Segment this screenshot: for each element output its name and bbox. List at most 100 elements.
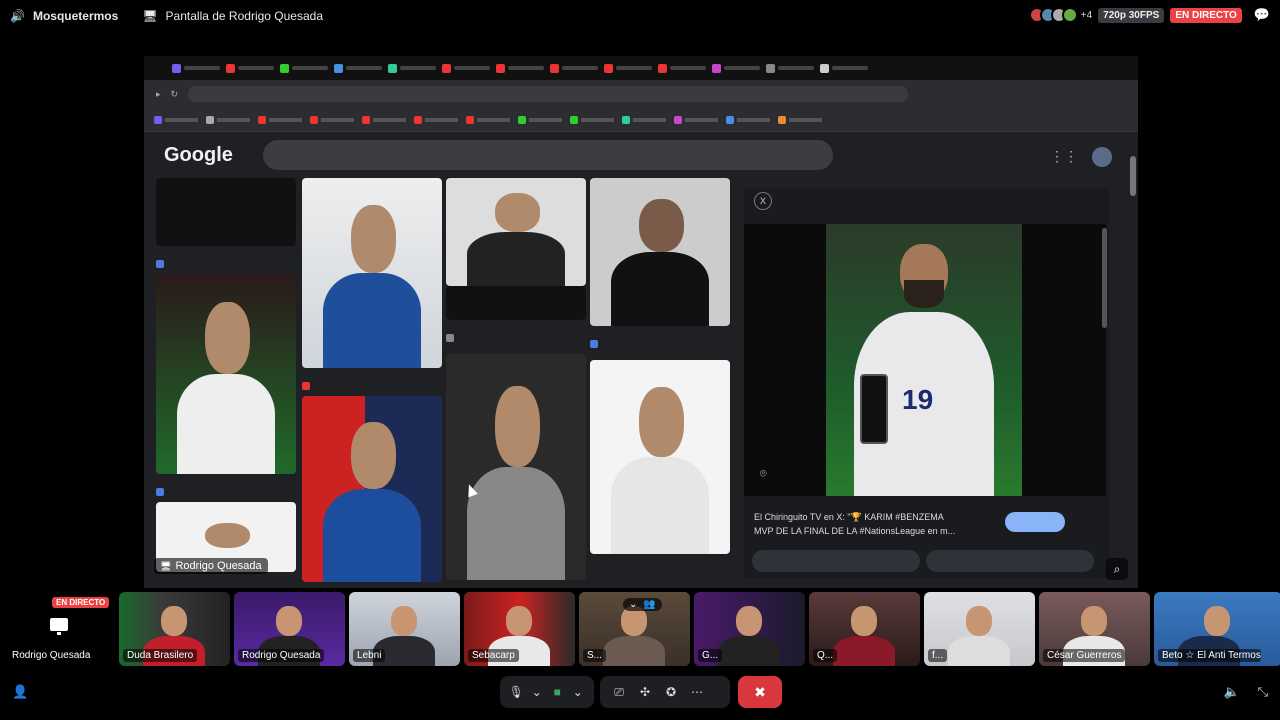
result-image (156, 178, 296, 246)
result-image (302, 178, 442, 368)
participant-tile[interactable]: Beto ☆ El Anti Termos ᴀʀ (1154, 592, 1280, 666)
participant-tile[interactable]: César Guerreros (1039, 592, 1150, 666)
viewer-avatars[interactable]: +4 (1028, 7, 1093, 23)
result-caption (590, 326, 730, 340)
tile-controls[interactable]: ⌄ 👥 (623, 598, 662, 611)
top-bar: 🔊 Mosquetermos 🖥 Pantalla de Rodrigo Que… (0, 0, 1280, 32)
google-search-box (262, 140, 833, 170)
participant-name: Q... (813, 649, 838, 662)
invite-icon[interactable]: 👤 (12, 684, 28, 700)
result-caption (446, 320, 586, 334)
zoom-icon[interactable]: ⌕ (1106, 558, 1128, 580)
screen-share-icon: 🖥 (160, 560, 172, 571)
x-logo-icon: X (754, 192, 772, 210)
participant-name: S... (583, 649, 607, 662)
page-scrollbar (1130, 156, 1136, 196)
participant-name: Lebni (353, 649, 386, 662)
bookmarks-bar (144, 108, 1138, 132)
participant-name: G... (698, 649, 723, 662)
preview-action-button (752, 550, 920, 572)
reload-icon: ↻ (170, 88, 179, 99)
preview-action-button (926, 550, 1094, 572)
apps-grid-icon: ⋮⋮ (1050, 148, 1078, 164)
actions-group: ⎚ ✣ ✪ ⋯ (600, 676, 730, 708)
audio-video-group: 🎙 ⌄ ■ ⌄ (500, 676, 594, 708)
participant-tile[interactable]: EN DIRECTO Rodrigo Quesada (4, 592, 115, 666)
disconnect-button[interactable]: ✖ (738, 676, 782, 708)
voice-channel-icon: 🔊 (10, 9, 25, 23)
browser-tab (496, 63, 544, 73)
stream-view[interactable]: ▸ ↻ Google ⋮⋮ X 19 ⌾ El Chiringuito TV e… (144, 56, 1138, 588)
browser-tab-strip (144, 56, 1138, 80)
more-options-icon[interactable]: ⋯ (686, 681, 708, 703)
streamer-name-tag: 🖥 Rodrigo Quesada (154, 558, 268, 574)
browser-tab (388, 63, 436, 73)
chevron-down-icon[interactable]: ⌄ (529, 681, 546, 703)
browser-tab (820, 63, 868, 73)
participant-name: f... (928, 649, 948, 662)
add-friend-icon[interactable]: 👥 (643, 599, 655, 610)
live-badge: EN DIRECTO (52, 597, 110, 608)
result-image (302, 396, 442, 582)
visit-button (1005, 512, 1065, 532)
chat-icon[interactable]: 💬 (1254, 7, 1270, 23)
result-caption (156, 246, 296, 260)
result-caption (302, 368, 442, 382)
result-caption (156, 474, 296, 488)
participant-name: César Guerreros (1043, 649, 1126, 662)
stream-quality-badge: 720p 30FPS (1098, 7, 1165, 23)
call-controls: 👤 🎙 ⌄ ■ ⌄ ⎚ ✣ ✪ ⋯ ✖ 🔈 ⤡ (0, 672, 1280, 720)
image-preview-panel: X 19 ⌾ El Chiringuito TV en X: "🏆 KARIM … (744, 188, 1109, 578)
chevron-down-icon[interactable]: ⌄ (629, 599, 637, 610)
participant-tile[interactable]: G... (694, 592, 805, 666)
browser-address-bar: ▸ ↻ (144, 80, 1138, 108)
participant-name: Rodrigo Quesada (8, 649, 95, 662)
browser-tab (550, 63, 598, 73)
result-image (590, 360, 730, 554)
lens-icon: ⌾ (760, 468, 767, 480)
preview-image: 19 ⌾ (744, 224, 1106, 496)
participant-name: Beto ☆ El Anti Termos ᴀʀ (1158, 649, 1261, 662)
participant-name: Sebacarp (468, 649, 519, 662)
browser-tab (766, 63, 814, 73)
exit-fullscreen-icon[interactable]: ⤡ (1258, 684, 1268, 700)
participant-tile[interactable]: ⌄ 👥 S... (579, 592, 690, 666)
google-logo: Google (164, 143, 233, 166)
camera-icon[interactable]: ■ (549, 681, 566, 703)
url-field (188, 86, 909, 102)
result-image (446, 354, 586, 580)
participant-tile[interactable]: Sebacarp (464, 592, 575, 666)
google-account-avatar (1092, 147, 1112, 167)
participant-tile[interactable]: Rodrigo Quesada (234, 592, 345, 666)
extra-viewers-count: +4 (1080, 9, 1093, 21)
preview-caption: El Chiringuito TV en X: "🏆 KARIM #BENZEM… (754, 512, 956, 536)
participant-tile[interactable]: Lebni (349, 592, 460, 666)
screen-share-icon: 🖥 (142, 9, 158, 23)
image-results-grid (156, 178, 732, 588)
browser-tab (226, 63, 274, 73)
volume-icon[interactable]: 🔈 (1224, 684, 1240, 700)
participant-name: Rodrigo Quesada (238, 649, 325, 662)
participant-tile[interactable]: f... (924, 592, 1035, 666)
participant-tile[interactable]: Q... (809, 592, 920, 666)
browser-tab (658, 63, 706, 73)
screen-share-icon (50, 618, 68, 635)
result-image (446, 178, 586, 286)
chevron-down-icon[interactable]: ⌄ (570, 681, 587, 703)
browser-tab (712, 63, 760, 73)
live-badge: EN DIRECTO (1170, 7, 1242, 23)
avatar (1061, 7, 1078, 23)
microphone-icon[interactable]: 🎙 (508, 681, 525, 703)
screen-share-button-icon[interactable]: ⎚ (608, 681, 630, 703)
participant-tile[interactable]: Duda Brasilero (119, 592, 230, 666)
activities-icon[interactable]: ✣ (634, 681, 656, 703)
channel-name[interactable]: Mosquetermos (33, 9, 118, 23)
browser-tab (172, 63, 220, 73)
result-image (446, 286, 586, 320)
browser-tab (334, 63, 382, 73)
soundboard-icon[interactable]: ✪ (660, 681, 682, 703)
hang-up-icon: ✖ (754, 683, 766, 700)
browser-tab (442, 63, 490, 73)
back-icon: ▸ (156, 88, 161, 99)
result-image (590, 178, 730, 326)
